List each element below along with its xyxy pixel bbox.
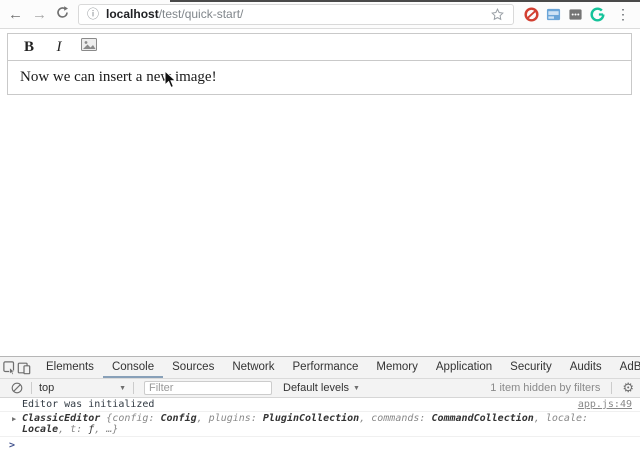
console-log-text: Editor was initialized <box>22 399 570 410</box>
device-toolbar-icon[interactable] <box>17 357 31 378</box>
chrome-menu-icon[interactable]: ⋮ <box>614 6 632 23</box>
console-input-row[interactable]: > <box>0 437 640 453</box>
editor-content-area[interactable]: Now we can insert a new image! <box>7 61 632 95</box>
rich-text-editor: B I Now we can insert a new image! <box>7 33 632 95</box>
preview-segment: CommandCollection <box>431 413 533 424</box>
console-object-row: ▶ ClassicEditor {config: Config, plugins… <box>0 412 640 437</box>
url-text: localhost/test/quick-start/ <box>106 7 243 21</box>
execution-context-select[interactable]: top ▼ <box>35 382 130 394</box>
tab-elements[interactable]: Elements <box>37 357 103 378</box>
hidden-items-status: 1 item hidden by filters <box>490 382 608 394</box>
preview-segment: PluginCollection <box>263 413 359 424</box>
console-toolbar: top ▼ Default levels ▼ 1 item hidden by … <box>0 379 640 398</box>
back-icon[interactable]: ← <box>8 7 23 22</box>
preview-segment: , <box>534 413 546 424</box>
preview-segment: commands: <box>371 413 431 424</box>
tab-application[interactable]: Application <box>427 357 501 378</box>
reload-icon-glyph <box>56 6 69 19</box>
preview-segment: config: <box>112 413 160 424</box>
forward-icon[interactable]: → <box>32 7 47 22</box>
devtools-panel: Elements Console Sources Network Perform… <box>0 356 640 454</box>
tab-network[interactable]: Network <box>223 357 283 378</box>
tab-console[interactable]: Console <box>103 357 163 378</box>
reload-icon[interactable] <box>56 6 69 22</box>
extensions-area <box>523 6 605 22</box>
window-top-edge <box>170 0 640 2</box>
toolbar-divider-2 <box>133 382 134 394</box>
address-bar[interactable]: ⓘ localhost/test/quick-start/ <box>78 4 514 25</box>
preview-segment: t: <box>70 424 88 435</box>
tab-sources[interactable]: Sources <box>163 357 223 378</box>
console-object-preview-text[interactable]: ClassicEditor {config: Config, plugins: … <box>22 413 632 435</box>
page-info-icon[interactable]: ⓘ <box>87 8 99 20</box>
toolbar-divider-3 <box>611 382 612 394</box>
inspect-element-icon[interactable] <box>3 357 17 378</box>
editor-text: Now we can insert a new image! <box>20 69 217 86</box>
extension-blue-window-icon[interactable] <box>545 6 561 22</box>
url-path: /test/quick-start/ <box>159 7 244 21</box>
insert-image-button[interactable] <box>79 38 99 56</box>
editor-toolbar: B I <box>7 33 632 61</box>
preview-segment: Config <box>161 413 197 424</box>
extension-green-circle-icon[interactable] <box>589 6 605 22</box>
tab-performance[interactable]: Performance <box>284 357 368 378</box>
preview-segment: ClassicEditor <box>22 413 106 424</box>
preview-segment: plugins: <box>209 413 263 424</box>
log-levels-select[interactable]: Default levels ▼ <box>279 382 364 394</box>
preview-segment: locale: <box>546 413 588 424</box>
url-host: localhost <box>106 7 159 21</box>
preview-segment: , <box>58 424 70 435</box>
mouse-pointer-icon <box>164 70 177 94</box>
devtools-tabbar: Elements Console Sources Network Perform… <box>0 357 640 379</box>
tab-memory[interactable]: Memory <box>367 357 427 378</box>
console-messages: Editor was initialized app.js:49 ▶ Class… <box>0 398 640 453</box>
execution-context-label: top <box>39 382 54 394</box>
tab-adblock[interactable]: AdBlock <box>611 357 640 378</box>
chevron-down-icon: ▼ <box>119 385 126 392</box>
preview-segment: , <box>359 413 371 424</box>
toolbar-divider-1 <box>31 382 32 394</box>
console-prompt-chevron: > <box>9 440 15 451</box>
tab-audits[interactable]: Audits <box>561 357 611 378</box>
italic-button[interactable]: I <box>49 39 69 56</box>
tab-security[interactable]: Security <box>501 357 561 378</box>
clear-console-icon[interactable] <box>6 382 28 394</box>
extension-red-circle-icon[interactable] <box>523 6 539 22</box>
console-log-row: Editor was initialized app.js:49 <box>0 398 640 412</box>
preview-segment: , …} <box>94 424 118 435</box>
preview-segment: , <box>197 413 209 424</box>
bold-button[interactable]: B <box>19 39 39 56</box>
preview-segment: Locale <box>22 424 58 435</box>
console-settings-gear-icon[interactable]: ⚙ <box>615 380 634 396</box>
log-levels-label: Default levels <box>283 382 349 394</box>
bookmark-star-icon[interactable] <box>490 7 505 22</box>
source-location-link[interactable]: app.js:49 <box>578 399 632 410</box>
console-filter-input[interactable] <box>144 381 272 395</box>
browser-toolbar: ← → ⓘ localhost/test/quick-start/ ⋮ <box>0 0 640 29</box>
extension-gray-dots-icon[interactable] <box>567 6 583 22</box>
image-icon <box>81 38 97 51</box>
chevron-down-icon: ▼ <box>353 385 360 392</box>
expand-triangle-icon[interactable]: ▶ <box>12 414 16 425</box>
